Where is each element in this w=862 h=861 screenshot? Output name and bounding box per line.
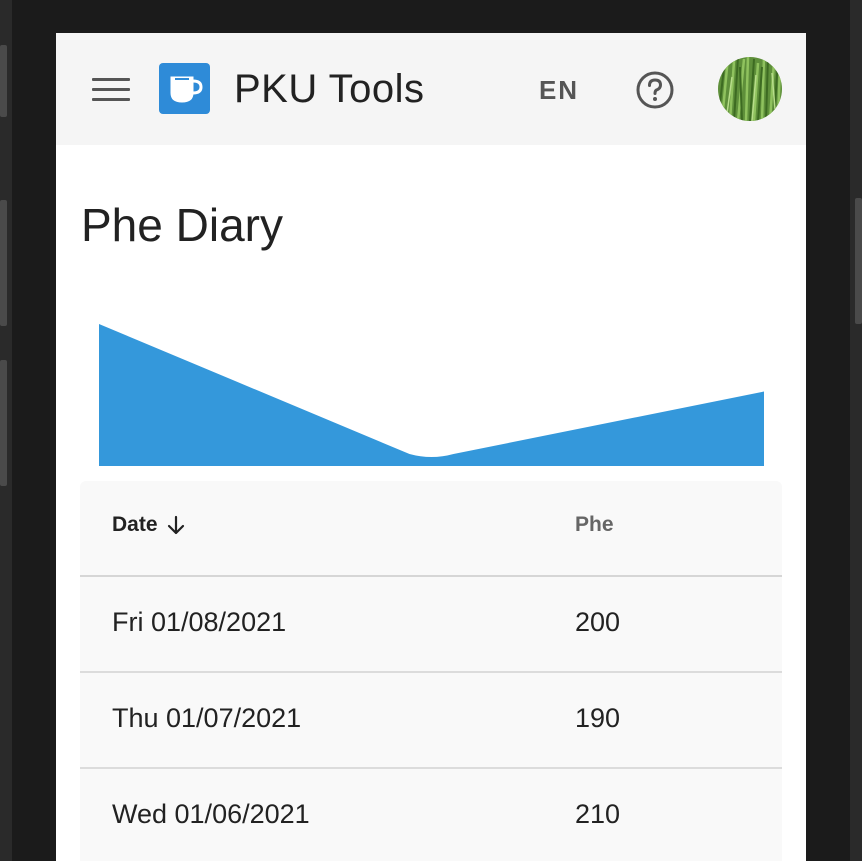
row-phe: 190 — [575, 703, 621, 733]
page-title: Phe Diary — [81, 199, 283, 251]
row-date: Fri 01/08/2021 — [112, 607, 287, 637]
table-row[interactable]: Wed 01/06/2021 210 — [80, 769, 782, 861]
phe-area-chart — [99, 324, 764, 466]
device-button-volume-up — [0, 200, 7, 326]
device-button-power — [855, 198, 862, 324]
table-row[interactable]: Thu 01/07/2021 190 — [80, 673, 782, 769]
phone-frame: PKU Tools EN Phe Diary Date Phe Fri 01/0… — [0, 0, 862, 861]
arrow-down-icon — [167, 515, 184, 535]
column-header-date[interactable]: Date — [112, 513, 188, 537]
device-button-volume-down — [0, 360, 7, 486]
app-bar: PKU Tools EN — [56, 33, 806, 145]
coffee-cup-icon — [159, 63, 210, 114]
row-phe: 200 — [575, 607, 621, 637]
table-header: Date Phe — [80, 481, 782, 577]
row-date: Wed 01/06/2021 — [112, 799, 310, 829]
app-screen: PKU Tools EN Phe Diary Date Phe Fri 01/0… — [56, 33, 806, 861]
row-date: Thu 01/07/2021 — [112, 703, 302, 733]
column-header-date-label: Date — [112, 513, 158, 536]
menu-icon[interactable] — [92, 76, 130, 104]
help-icon[interactable] — [635, 70, 675, 110]
chart-area-series — [99, 324, 764, 466]
app-title: PKU Tools — [234, 67, 425, 111]
language-button[interactable]: EN — [530, 73, 588, 107]
row-phe: 210 — [575, 799, 621, 829]
table-row[interactable]: Fri 01/08/2021 200 — [80, 577, 782, 673]
column-header-phe[interactable]: Phe — [575, 513, 614, 537]
device-button-silent — [0, 45, 7, 117]
avatar[interactable] — [718, 57, 782, 121]
diary-table: Date Phe Fri 01/08/2021 200 Thu 01/07/20… — [80, 481, 782, 861]
